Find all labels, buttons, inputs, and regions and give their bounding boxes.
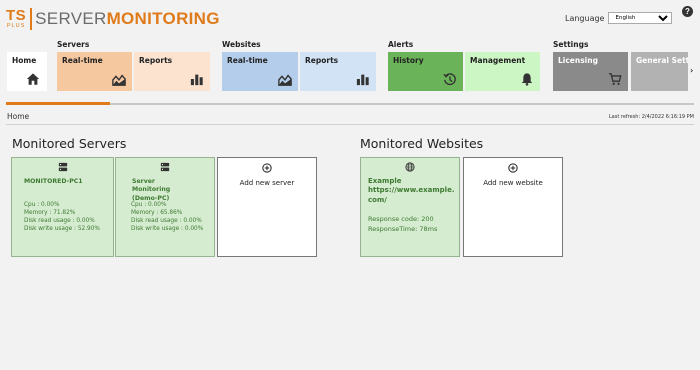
breadcrumb: Home [7, 112, 30, 121]
website-card[interactable]: Example https://www.example.com/ Respons… [360, 157, 460, 257]
home-icon [26, 73, 40, 85]
language-label: Language [565, 13, 605, 23]
nav-tile-label: Reports [139, 56, 173, 65]
server-cpu: Cpu : 0.00% [131, 202, 167, 208]
website-response-code: Response code: 200 [368, 215, 434, 223]
group-label-servers: Servers [57, 40, 90, 49]
nav-tile-label: Management [470, 56, 526, 65]
nav-tile-servers-reports[interactable]: Reports [134, 52, 210, 91]
last-refresh: Last refresh: 2/4/2022 6:16:19 PM [608, 114, 694, 120]
server-icon [58, 162, 67, 172]
add-website-label: Add new website [483, 179, 543, 187]
server-card[interactable]: Server Monitoring (Demo-PC) Cpu : 0.00% … [115, 157, 215, 257]
cart-icon [608, 73, 622, 85]
nav-scroll-right-icon[interactable]: › [690, 66, 693, 75]
add-circle-icon [508, 163, 518, 173]
bar-chart-icon [356, 74, 369, 86]
add-circle-icon [262, 163, 272, 173]
add-server-button[interactable]: Add new server [217, 157, 317, 257]
globe-icon [405, 162, 415, 172]
nav-tile-label: Reports [305, 56, 339, 65]
bar-chart-icon [190, 74, 203, 86]
nav-tile-label: Licensing [558, 56, 598, 65]
websites-section-title: Monitored Websites [360, 136, 484, 151]
server-disk-write: Disk write usage : 52.90% [24, 226, 100, 232]
add-server-label: Add new server [239, 179, 295, 187]
server-icon [160, 162, 170, 172]
realtime-chart-icon [278, 74, 292, 86]
nav-tile-alerts-history[interactable]: History [388, 52, 463, 91]
group-label-settings: Settings [553, 40, 589, 49]
nav-tile-websites-realtime[interactable]: Real-time [222, 52, 298, 91]
server-card[interactable]: MONITORED-PC1 Cpu : 0.00% Memory : 71.82… [11, 157, 114, 257]
nav-tile-label: History [393, 56, 424, 65]
website-response-time: ResponseTime: 78ms [368, 225, 438, 233]
nav-tile-websites-reports[interactable]: Reports [300, 52, 376, 91]
nav-tile-settings-licensing[interactable]: Licensing [553, 52, 628, 91]
logo-ts: TS [6, 7, 27, 25]
server-memory: Memory : 65.86% [131, 210, 183, 216]
servers-section-title: Monitored Servers [12, 136, 127, 151]
tab-active-indicator [6, 102, 110, 105]
group-label-websites: Websites [222, 40, 261, 49]
help-icon[interactable]: ? [682, 6, 693, 17]
nav-tile-servers-realtime[interactable]: Real-time [57, 52, 132, 91]
website-url: https://www.example.com/ [368, 186, 455, 204]
server-memory: Memory : 71.82% [24, 210, 76, 216]
breadcrumb-divider [6, 124, 694, 125]
realtime-chart-icon [112, 74, 126, 86]
server-name: MONITORED-PC1 [24, 178, 83, 185]
nav-tile-home[interactable]: Home [7, 52, 47, 91]
logo-server: SERVER [35, 9, 107, 28]
logo-ts-mark: TS PLUS [6, 7, 33, 30]
logo-plus: PLUS [6, 23, 26, 30]
nav-tile-label: General Settings [636, 56, 688, 65]
server-disk-read: Disk read usage : 0.00% [131, 218, 202, 224]
server-name: Server Monitoring (Demo-PC) [132, 178, 171, 202]
history-icon [443, 73, 456, 86]
bell-icon [521, 73, 533, 86]
app-logo: TS PLUS SERVERMONITORING [6, 7, 220, 31]
nav-tile-label: Home [12, 56, 37, 65]
nav-tile-settings-general[interactable]: General Settings [631, 52, 688, 91]
nav-tile-label: Real-time [62, 56, 103, 65]
server-disk-write: Disk write usage : 0.00% [131, 226, 204, 232]
nav-tile-alerts-management[interactable]: Management [465, 52, 540, 91]
logo-monitoring: MONITORING [106, 9, 220, 28]
server-disk-read: Disk read usage : 0.00% [24, 218, 95, 224]
language-select[interactable]: English [608, 12, 673, 24]
nav-tile-label: Real-time [227, 56, 268, 65]
group-label-alerts: Alerts [388, 40, 414, 49]
server-cpu: Cpu : 0.00% [24, 202, 60, 208]
language-selector: Language English [565, 12, 673, 24]
logo-text: SERVERMONITORING [35, 9, 220, 29]
website-name: Example [368, 177, 402, 185]
add-website-button[interactable]: Add new website [463, 157, 563, 257]
website-name-block: Example https://www.example.com/ [368, 177, 455, 205]
